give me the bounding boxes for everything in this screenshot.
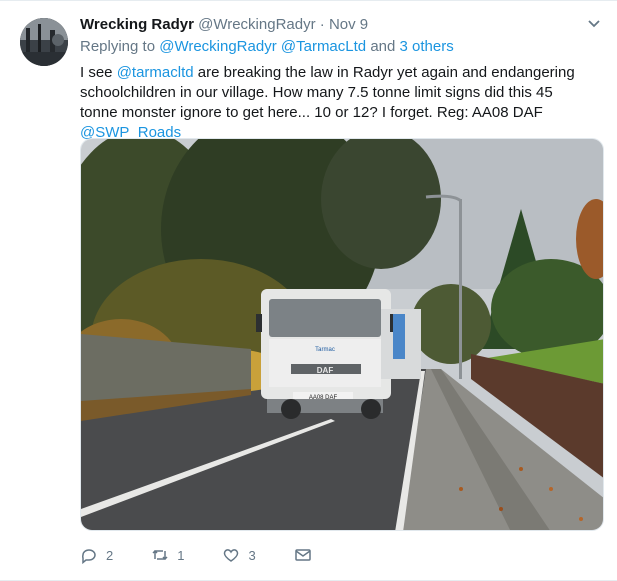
retweet-button[interactable]: 1 — [151, 546, 184, 564]
reply-count: 2 — [106, 547, 114, 563]
reply-and: and — [370, 38, 396, 55]
direct-message-button[interactable] — [294, 546, 320, 564]
reply-mention-2[interactable]: @TarmacLtd — [281, 38, 366, 55]
tweet-actions: 2 1 3 — [80, 545, 358, 565]
author-name[interactable]: Wrecking Radyr — [80, 16, 194, 33]
reply-others-link[interactable]: 3 others — [400, 38, 454, 55]
replying-to-label: Replying to — [80, 38, 156, 55]
truck-logo-text: Tarmac — [315, 347, 335, 353]
tweet-photo[interactable]: DAF AA08 DAF Tarmac — [80, 138, 604, 531]
reply-mention-1[interactable]: @WreckingRadyr — [159, 38, 276, 55]
reply-icon — [82, 549, 96, 564]
truck-plate-text: AA08 DAF — [309, 395, 338, 401]
retweet-icon — [152, 549, 168, 561]
tweet-header: Wrecking Radyr @WreckingRadyr · Nov 9 — [80, 15, 605, 35]
replying-to: Replying to @WreckingRadyr @TarmacLtd an… — [80, 37, 605, 57]
retweet-count: 1 — [177, 547, 185, 563]
tweet-text: I see @tarmacltd are breaking the law in… — [80, 63, 585, 143]
header-separator: · — [319, 16, 325, 33]
like-button[interactable]: 3 — [222, 546, 256, 564]
tweet-content: Wrecking Radyr @WreckingRadyr · Nov 9 Re… — [80, 15, 605, 143]
truck-photo: DAF AA08 DAF Tarmac — [81, 139, 603, 530]
like-count: 3 — [248, 547, 256, 563]
tweet-card[interactable]: Wrecking Radyr @WreckingRadyr · Nov 9 Re… — [0, 0, 617, 581]
truck-brand-text: DAF — [317, 366, 334, 375]
author-handle[interactable]: @WreckingRadyr — [198, 16, 315, 33]
avatar[interactable] — [20, 18, 68, 66]
tweet-text-part1: I see — [80, 64, 117, 81]
reply-button[interactable]: 2 — [80, 546, 113, 564]
envelope-icon — [294, 549, 311, 561]
heart-icon — [224, 549, 239, 562]
tweet-date[interactable]: Nov 9 — [329, 16, 368, 33]
tweet-mention-tarmac[interactable]: @tarmacltd — [117, 64, 194, 81]
